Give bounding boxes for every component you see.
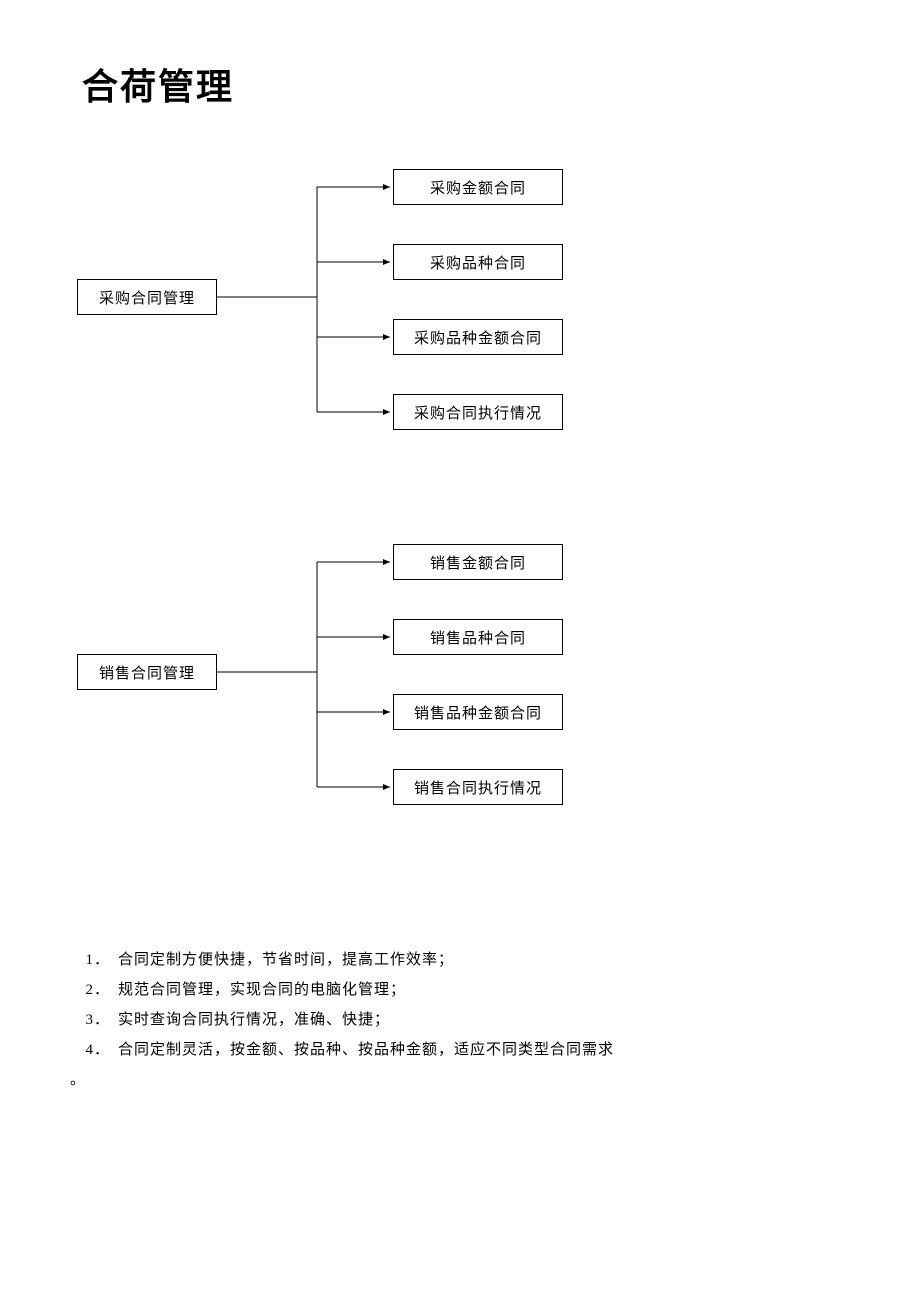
tree1-root: 采购合同管理 [77,279,217,315]
tree1-leaf-2: 采购品种金额合同 [393,319,563,355]
bullet-num: 1． [80,945,118,975]
bullet-text: 实时查询合同执行情况，准确、快捷； [118,1005,840,1035]
bullet-item-3: 3． 实时查询合同执行情况，准确、快捷； [80,1005,840,1035]
bullet-item-4: 4． 合同定制灵活，按金额、按品种、按品种金额，适应不同类型合同需求 [80,1035,840,1065]
bullet-list: 1． 合同定制方便快捷，节省时间，提高工作效率； 2． 规范合同管理，实现合同的… [80,945,840,1095]
bullet-text: 合同定制方便快捷，节省时间，提高工作效率； [118,945,840,975]
tree2-leaf-3: 销售合同执行情况 [393,769,563,805]
diagram-area: 采购合同管理 采购金额合同 采购品种合同 采购品种金额合同 采购合同执行情况 销… [0,150,920,870]
tree1-leaf-3: 采购合同执行情况 [393,394,563,430]
bullet-num: 2． [80,975,118,1005]
bullet-item-2: 2． 规范合同管理，实现合同的电脑化管理； [80,975,840,1005]
bullet-item-1: 1． 合同定制方便快捷，节省时间，提高工作效率； [80,945,840,975]
bullet-text: 规范合同管理，实现合同的电脑化管理； [118,975,840,1005]
bullet-num: 4． [80,1035,118,1065]
tree1-leaf-0: 采购金额合同 [393,169,563,205]
tree1-leaf-1: 采购品种合同 [393,244,563,280]
bullet-num: 3． [80,1005,118,1035]
bullet-text: 合同定制灵活，按金额、按品种、按品种金额，适应不同类型合同需求 [118,1035,840,1065]
tree2-root: 销售合同管理 [77,654,217,690]
tree2-leaf-0: 销售金额合同 [393,544,563,580]
bullet-trailing: 。 [70,1065,840,1095]
tree2-leaf-1: 销售品种合同 [393,619,563,655]
page-title: 合荷管理 [82,58,234,110]
tree2-leaf-2: 销售品种金额合同 [393,694,563,730]
